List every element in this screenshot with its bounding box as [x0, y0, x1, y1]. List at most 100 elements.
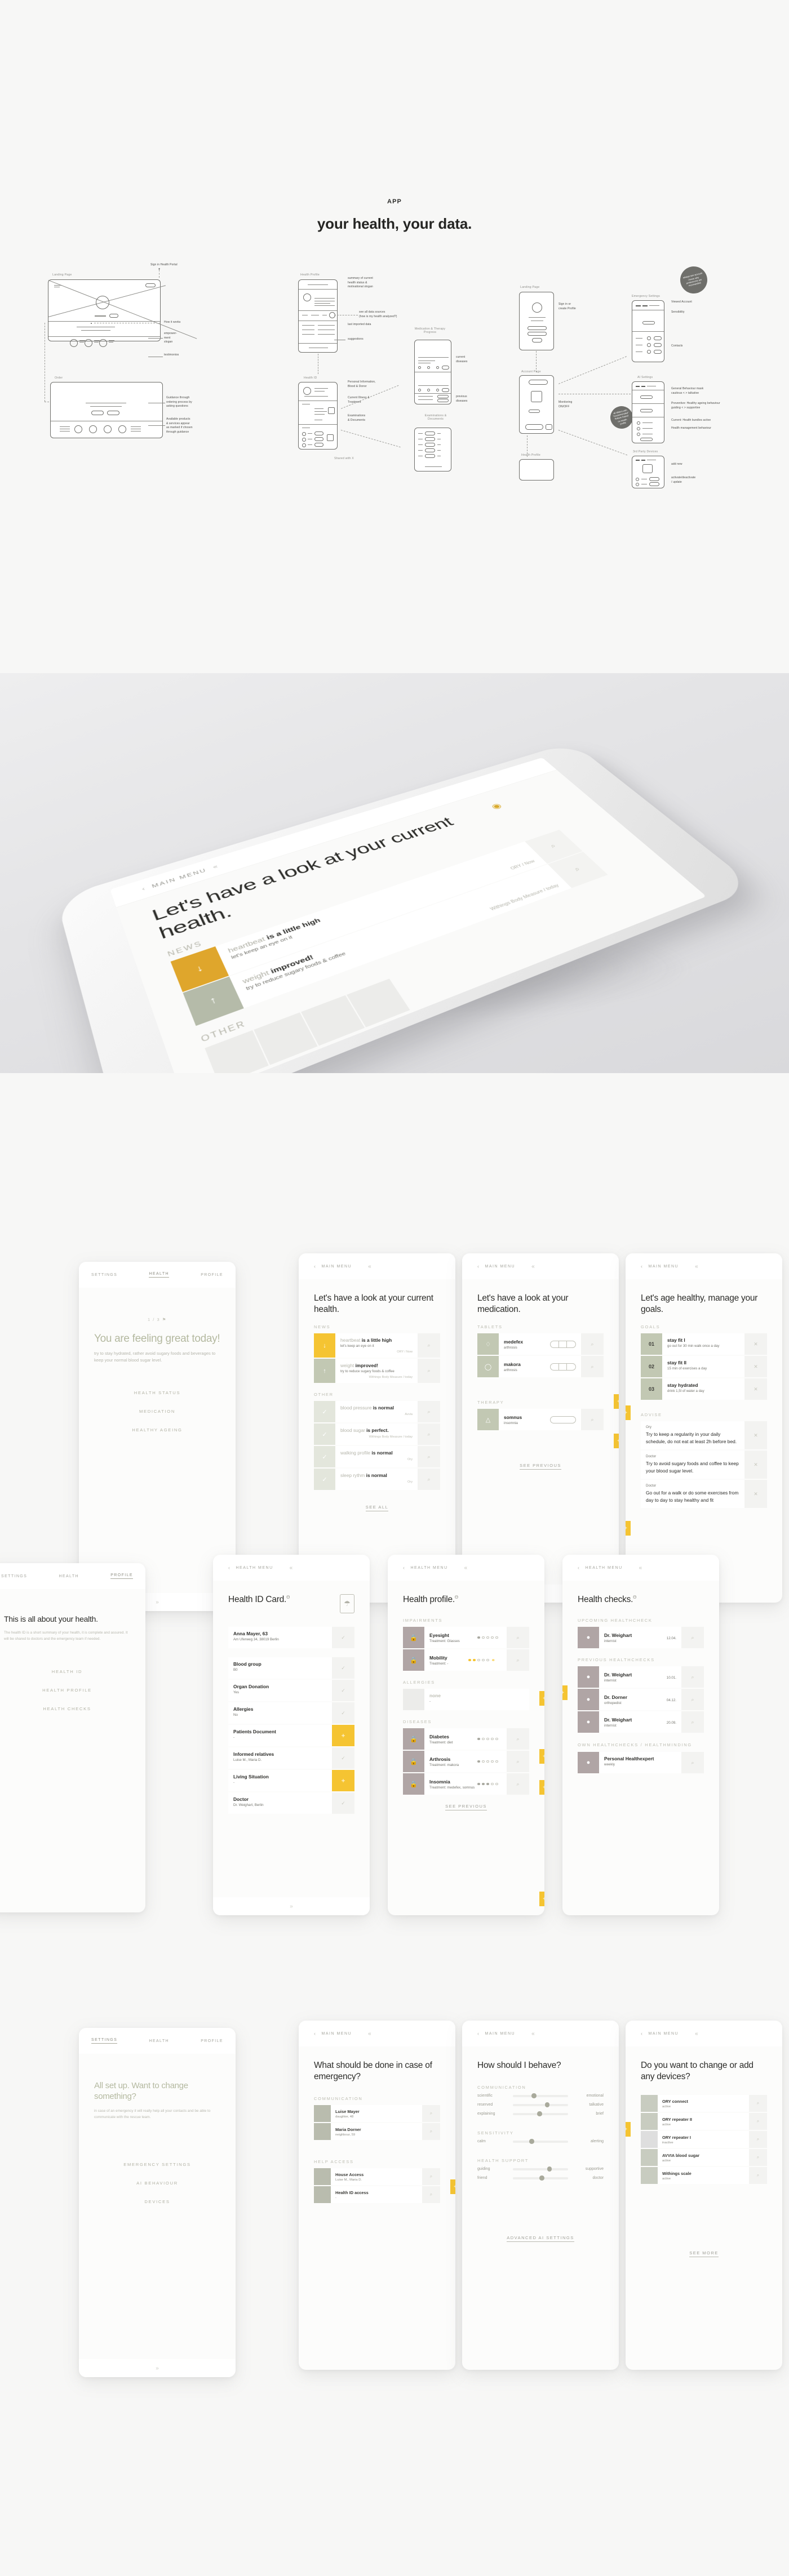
check-icon[interactable]: ✓	[332, 1792, 354, 1814]
add-button[interactable]: +	[626, 1405, 631, 1420]
checkup-row[interactable]: ● Dr. Weighart internist 12.04. ⌕	[578, 1627, 704, 1649]
advise-card[interactable]: Doctor Go out for a walk or do some exer…	[641, 1480, 767, 1509]
eye-icon[interactable]: ◉	[489, 802, 504, 811]
close-icon[interactable]: ✕	[744, 1451, 767, 1479]
id-item-row[interactable]: Patients Document - +	[228, 1725, 354, 1746]
search-icon[interactable]: ⌕	[418, 1446, 440, 1468]
behaviour-slider[interactable]: explaining brief	[477, 2111, 604, 2116]
device-row[interactable]: Withings scale active ⌕	[641, 2167, 767, 2185]
link-health-status[interactable]: HEALTH STATUS	[94, 1390, 220, 1395]
tab-profile[interactable]: PROFILE	[201, 2039, 223, 2043]
see-previous-link[interactable]: SEE PREVIOUS	[445, 1804, 487, 1811]
add-button[interactable]: +	[614, 1434, 619, 1448]
device-row[interactable]: ORY repeater II active ⌕	[641, 2113, 767, 2130]
check-icon[interactable]: ✓	[332, 1657, 354, 1679]
chevron-left-icon[interactable]: ‹	[641, 2031, 644, 2036]
search-icon[interactable]: ⌕	[418, 1469, 440, 1491]
search-icon[interactable]: ⌕	[749, 2113, 767, 2130]
tab-profile[interactable]: PROFILE	[201, 1273, 223, 1277]
other-card[interactable]: ✓ blood sugar is perfect. Withings Body …	[314, 1423, 440, 1445]
medication-card[interactable]: ♢ medefex arthrosis ⌕	[477, 1333, 604, 1355]
medication-card[interactable]: ◯ makora arthrosis ⌕	[477, 1356, 604, 1378]
nav-bar[interactable]: ‹ MAIN MENU «	[462, 1253, 619, 1279]
advise-card[interactable]: Ory Try to keep a regularity in your dai…	[641, 1421, 767, 1450]
slider-track[interactable]	[513, 2139, 568, 2144]
chevron-left-icon[interactable]: ‹	[403, 1565, 406, 1570]
add-button[interactable]: +	[539, 1749, 544, 1764]
add-button[interactable]: +	[626, 2122, 631, 2137]
chevron-left-icon[interactable]: ‹	[314, 2031, 317, 2036]
close-icon[interactable]: ✕	[744, 1333, 767, 1355]
slider-track[interactable]	[513, 2175, 568, 2181]
behaviour-slider[interactable]: reserved talkative	[477, 2102, 604, 2107]
slider-track[interactable]	[513, 2102, 568, 2107]
tab-health[interactable]: HEALTH	[149, 1272, 169, 1278]
other-card[interactable]: ✓ walking profile is normal Ory ⌕	[314, 1446, 440, 1468]
link-healthy-ageing[interactable]: HEALTHY AGEING	[94, 1427, 220, 1432]
other-card[interactable]: ✓ blood pressure is normal Avvia ⌕	[314, 1401, 440, 1423]
advanced-ai-settings-link[interactable]: ADVANCED AI SETTINGS	[507, 2235, 574, 2243]
search-icon[interactable]: ⌕	[422, 2105, 440, 2123]
chevron-left-icon[interactable]: ‹	[641, 1263, 644, 1269]
chevron-up-icon[interactable]: «	[464, 1565, 468, 1571]
impairment-row[interactable]: 🔒 Eyesight Treatment: Glasses ⌕	[403, 1627, 529, 1649]
search-icon[interactable]: ⌕	[507, 1728, 529, 1750]
nav-bar[interactable]: ‹ MAIN MENU «	[299, 2021, 455, 2046]
nav-bar[interactable]: ‹ MAIN MENU «	[626, 1253, 782, 1279]
id-item-row[interactable]: Blood group B0 ✓	[228, 1657, 354, 1679]
tab-bar[interactable]: SETTINGS HEALTH PROFILE	[0, 1563, 145, 1589]
nav-label[interactable]: HEALTH MENU	[236, 1566, 273, 1570]
nav-bar[interactable]: ‹ MAIN MENU «	[299, 1253, 455, 1279]
nav-bar[interactable]: ‹ MAIN MENU «	[462, 2021, 619, 2046]
id-item-row[interactable]: Informed relatives Luise M., Maria D. ✓	[228, 1747, 354, 1769]
nav-label[interactable]: MAIN MENU	[649, 1265, 679, 1269]
slider-track[interactable]	[513, 2093, 568, 2098]
chevron-up-icon[interactable]: «	[639, 1565, 643, 1571]
add-button[interactable]: +	[539, 1780, 544, 1795]
tab-settings[interactable]: SETTINGS	[91, 1273, 117, 1277]
id-item-row[interactable]: Living Situation - +	[228, 1770, 354, 1791]
search-icon[interactable]: ⌕	[507, 1649, 529, 1671]
link-ai-behaviour[interactable]: AI BEHAVIOUR	[94, 2181, 220, 2186]
chevron-left-icon[interactable]: ‹	[314, 1263, 317, 1269]
checkup-row[interactable]: ● Dr. Weighart internist 20.09. ⌕	[578, 1711, 704, 1733]
tab-bar[interactable]: SETTINGS HEALTH PROFILE	[79, 1262, 236, 1288]
add-button[interactable]: +	[562, 1685, 568, 1700]
nav-bar[interactable]: ‹ HEALTH MENU «	[388, 1555, 544, 1581]
disease-row[interactable]: 🔒 Diabetes Treatment: diet ⌕	[403, 1728, 529, 1750]
search-icon[interactable]: ⌕	[681, 1627, 704, 1649]
close-icon[interactable]: ✕	[744, 1378, 767, 1400]
check-icon[interactable]: ✓	[332, 1680, 354, 1701]
checkup-row[interactable]: ● Personal Healthexpert weekly ⌕	[578, 1752, 704, 1774]
search-icon[interactable]: ⌕	[749, 2149, 767, 2166]
chevron-left-icon[interactable]: ‹	[477, 2031, 480, 2036]
checkup-row[interactable]: ● Dr. Weighart internist 10.01. ⌕	[578, 1666, 704, 1688]
scroll-down-icon[interactable]: »	[213, 1897, 370, 1915]
chevron-up-icon[interactable]: «	[368, 1263, 372, 1270]
disease-row[interactable]: 🔒 Arthrosis Treatment: makora ⌕	[403, 1751, 529, 1773]
search-icon[interactable]: ⌕	[418, 1359, 440, 1383]
chevron-up-icon[interactable]: «	[368, 2031, 372, 2037]
search-icon[interactable]: ⌕	[507, 1773, 529, 1795]
search-icon[interactable]: ⌕	[581, 1356, 604, 1378]
link-emergency-settings[interactable]: EMERGENCY SETTINGS	[94, 2162, 220, 2167]
tab-profile[interactable]: PROFILE	[110, 1573, 133, 1579]
help-row[interactable]: Health ID access - ⌕	[314, 2186, 440, 2204]
id-item-row[interactable]: Organ Donation Yes ✓	[228, 1680, 354, 1701]
close-icon[interactable]: ✕	[744, 1480, 767, 1509]
tab-settings[interactable]: SETTINGS	[91, 2038, 118, 2044]
id-item-row[interactable]: Allergies No ✓	[228, 1702, 354, 1724]
add-icon[interactable]: +	[332, 1725, 354, 1746]
tab-settings[interactable]: SETTINGS	[1, 1574, 27, 1578]
goal-card[interactable]: 03 stay hydrated drink 1,5l of water a d…	[641, 1378, 767, 1400]
behaviour-slider[interactable]: guiding supportive	[477, 2166, 604, 2172]
chevron-up-icon[interactable]: «	[531, 2031, 535, 2037]
slider-track[interactable]	[513, 2111, 568, 2116]
tab-health[interactable]: HEALTH	[59, 1574, 79, 1578]
news-card[interactable]: ↑ weight improved! try to reduce sugary …	[314, 1359, 440, 1383]
search-icon[interactable]: ⌕	[681, 1711, 704, 1733]
search-icon[interactable]: ⌕	[422, 2186, 440, 2204]
add-button[interactable]: +	[614, 1394, 619, 1409]
nav-label[interactable]: MAIN MENU	[485, 1265, 516, 1269]
chevron-up-icon[interactable]: «	[290, 1565, 294, 1571]
